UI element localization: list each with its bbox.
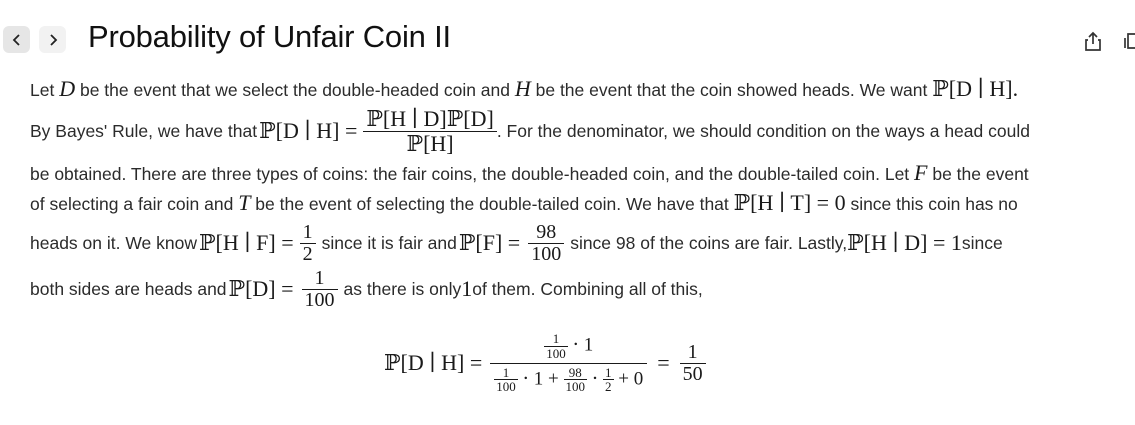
- fraction-numerator: 98: [536, 220, 557, 243]
- math-equals: =: [657, 350, 670, 375]
- one-hundredth-small: 1 100: [544, 332, 568, 360]
- text-segment: be the event that we select the double-h…: [75, 80, 515, 100]
- forward-button[interactable]: [39, 26, 66, 53]
- fraction-numerator: 98: [568, 364, 582, 380]
- fraction-denominator: 100: [563, 379, 587, 395]
- math-var-h: H: [514, 76, 531, 101]
- big-fraction-numerator: 1 100 ⋅ 1: [490, 332, 647, 362]
- page-title: Probability of Unfair Coin II: [88, 19, 451, 54]
- text-segment: be the event of selecting the double-tai…: [250, 194, 734, 214]
- fraction-denominator: ℙ[H]: [363, 130, 497, 155]
- text-segment: Let: [30, 80, 60, 100]
- half-small: 1 2: [603, 364, 614, 395]
- big-fraction-denominator: 1 100 ⋅ 1 + 98 100 ⋅ 1 2 + 0: [490, 362, 648, 395]
- fraction-denominator: 100: [494, 379, 518, 395]
- solution-line-4: of selecting a fair coin and T be the ev…: [30, 190, 1018, 216]
- text-segment: of selecting a fair coin and: [30, 194, 239, 214]
- chevron-left-icon: [12, 33, 20, 46]
- half-fraction: 1 2: [299, 220, 316, 265]
- math-prob-h-given-d: ℙ[H ∣ D] = 1: [847, 230, 962, 255]
- ninety-eight-fraction: 98 100: [528, 220, 565, 265]
- solution-line-6: both sides are heads and ℙ[D] = 1 100 as…: [30, 260, 703, 318]
- text-segment: . For the denominator, we should conditi…: [496, 120, 1030, 141]
- text-segment: be obtained. There are three types of co…: [30, 164, 915, 184]
- fraction-numerator: 1: [314, 266, 325, 289]
- math-prob-d: ℙ[D] =: [228, 276, 294, 301]
- solution-line-3: be obtained. There are three types of co…: [30, 160, 1029, 186]
- math-prob-f: ℙ[F] =: [458, 230, 521, 255]
- fraction-numerator: 1: [552, 331, 560, 347]
- math-var-d: D: [59, 76, 76, 101]
- fraction-numerator: 1: [605, 364, 612, 380]
- copy-icon[interactable]: [1124, 32, 1135, 50]
- math-var-t: T: [238, 190, 251, 215]
- text-segment: since 98 of the coins are fair. Lastly,: [570, 232, 848, 253]
- text-segment: since this coin has no: [845, 194, 1018, 214]
- solution-line-2: By Bayes' Rule, we have that ℙ[D ∣ H] = …: [30, 100, 1030, 162]
- math-bayes-lhs: ℙ[D ∣ H] =: [259, 118, 358, 143]
- final-equation-lhs: ℙ[D ∣ H] =: [384, 350, 483, 375]
- back-button[interactable]: [3, 26, 30, 53]
- math-prob-d-given-h: ℙ[D ∣ H].: [932, 76, 1019, 101]
- fraction-numerator: ℙ[H ∣ D]ℙ[D]: [366, 106, 494, 132]
- share-icon[interactable]: [1083, 30, 1103, 52]
- text-segment: heads on it. We know: [30, 232, 197, 253]
- ninety-eight-small: 98 100: [563, 364, 587, 395]
- text-segment: as there is only: [343, 278, 462, 299]
- text-segment: be the event that the coin showed heads.…: [530, 80, 933, 100]
- math-plus-zero: + 0: [618, 368, 644, 389]
- text-segment: By Bayes' Rule, we have that: [30, 120, 258, 141]
- solution-line-1: Let D be the event that we select the do…: [30, 76, 1018, 102]
- text-segment: since: [961, 232, 1003, 253]
- result-fraction: 1 50: [679, 340, 706, 385]
- final-equation: ℙ[D ∣ H] = 1 100 ⋅ 1 1 100 ⋅ 1 + 98 100 …: [384, 330, 706, 396]
- math-times-one: ⋅ 1: [572, 334, 594, 356]
- text-segment: both sides are heads and: [30, 278, 227, 299]
- math-one: 1: [461, 276, 473, 301]
- math-times-one-plus: ⋅ 1 +: [522, 368, 559, 389]
- text-segment: since it is fair and: [321, 232, 457, 253]
- fraction-numerator: 1: [302, 220, 313, 243]
- one-hundredth-fraction: 1 100: [301, 266, 338, 311]
- math-prob-h-given-f: ℙ[H ∣ F] =: [199, 230, 294, 255]
- fraction-numerator: 1: [502, 364, 510, 380]
- final-big-fraction: 1 100 ⋅ 1 1 100 ⋅ 1 + 98 100 ⋅ 1 2 + 0: [490, 332, 648, 395]
- fraction-denominator: 100: [544, 345, 568, 361]
- math-var-f: F: [914, 160, 928, 185]
- fraction-numerator: 1: [687, 340, 698, 363]
- bayes-fraction: ℙ[H ∣ D]ℙ[D] ℙ[H]: [363, 106, 497, 155]
- chevron-right-icon: [49, 33, 57, 46]
- one-hundredth-small: 1 100: [494, 364, 518, 395]
- math-times: ⋅: [591, 368, 599, 389]
- text-segment: of them. Combining all of this,: [472, 278, 703, 299]
- math-prob-h-given-t: ℙ[H ∣ T] = 0: [733, 190, 846, 215]
- fraction-denominator: 100: [301, 288, 338, 311]
- fraction-denominator: 2: [603, 379, 614, 395]
- fraction-denominator: 50: [679, 362, 706, 385]
- text-segment: be the event: [927, 164, 1029, 184]
